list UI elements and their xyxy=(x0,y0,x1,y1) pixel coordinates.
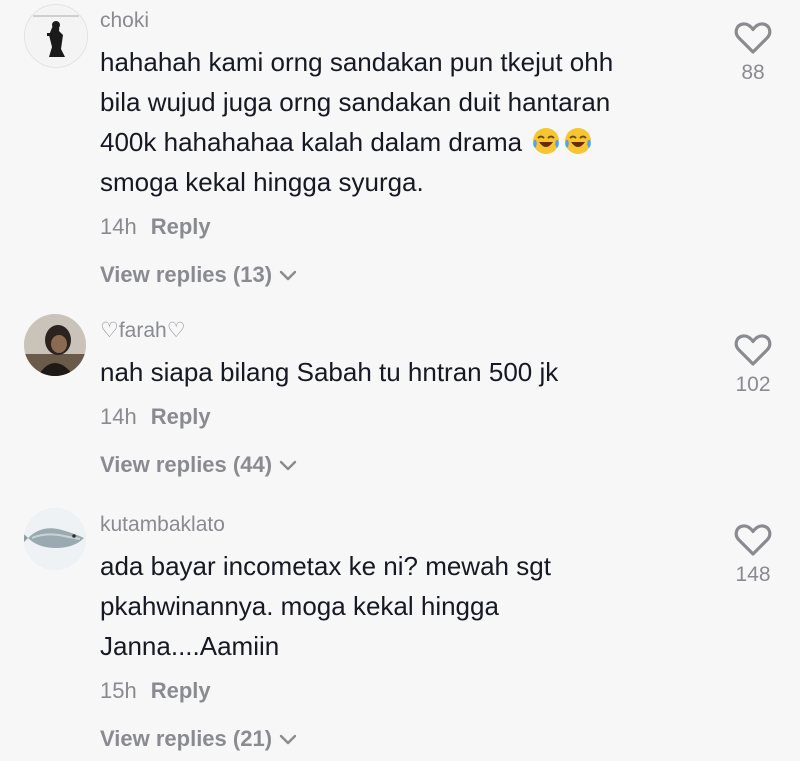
comment-time: 15h xyxy=(100,678,137,703)
like-count: 88 xyxy=(741,61,765,84)
comment-meta: 14h Reply xyxy=(100,212,710,242)
comment-username[interactable]: kutambaklato xyxy=(100,512,710,538)
comment-text-line: bila wujud juga orng sandakan duit hanta… xyxy=(100,87,611,117)
heart-icon xyxy=(734,22,772,54)
like-button[interactable]: 102 xyxy=(726,332,780,398)
comment-username[interactable]: choki xyxy=(100,8,710,34)
reply-button[interactable]: Reply xyxy=(151,678,211,703)
comment-time: 14h xyxy=(100,404,137,429)
comment-username[interactable]: ♡farah♡ xyxy=(100,318,710,344)
comment-meta: 15h Reply xyxy=(100,676,710,706)
like-count: 102 xyxy=(735,373,771,396)
comment-text-line: nah siapa bilang Sabah tu hntran 500 jk xyxy=(100,357,559,387)
comment-text-line: ada bayar incometax ke ni? mewah sgt xyxy=(100,551,551,581)
view-replies-button[interactable]: View replies (44) xyxy=(100,450,710,480)
comment-text: hahahah kami orng sandakan pun tkejut oh… xyxy=(100,42,710,202)
comment-text-line: 400k hahahahaa kalah dalam drama xyxy=(100,122,710,162)
comment-meta: 14h Reply xyxy=(100,402,710,432)
avatar[interactable] xyxy=(24,508,86,570)
comment-text-line: Janna....Aamiin xyxy=(100,631,280,661)
comment-text-line: smoga kekal hingga syurga. xyxy=(100,167,424,197)
comment-text: nah siapa bilang Sabah tu hntran 500 jk xyxy=(100,352,710,392)
like-button[interactable]: 148 xyxy=(726,522,780,588)
face-with-tears-of-joy-icon xyxy=(565,128,592,154)
comment-text-line: pkahwinannya. moga kekal hingga xyxy=(100,591,499,621)
chevron-down-icon xyxy=(279,270,297,281)
chevron-down-icon xyxy=(279,460,297,471)
avatar[interactable] xyxy=(24,4,88,68)
view-replies-label: View replies (44) xyxy=(100,452,273,477)
heart-icon xyxy=(734,334,772,366)
avatar[interactable] xyxy=(24,314,86,376)
like-count: 148 xyxy=(735,563,771,586)
view-replies-label: View replies (13) xyxy=(100,262,273,287)
comment-text-line: hahahah kami orng sandakan pun tkejut oh… xyxy=(100,47,614,77)
heart-icon xyxy=(734,524,772,556)
face-with-tears-of-joy-icon xyxy=(533,128,560,154)
chevron-down-icon xyxy=(279,734,297,745)
view-replies-button[interactable]: View replies (13) xyxy=(100,260,710,290)
like-button[interactable]: 88 xyxy=(726,20,780,86)
comment-time: 14h xyxy=(100,214,137,239)
reply-button[interactable]: Reply xyxy=(151,214,211,239)
view-replies-label: View replies (21) xyxy=(100,726,273,751)
reply-button[interactable]: Reply xyxy=(151,404,211,429)
comment-text: ada bayar incometax ke ni? mewah sgt pka… xyxy=(100,546,710,666)
view-replies-button[interactable]: View replies (21) xyxy=(100,724,710,754)
